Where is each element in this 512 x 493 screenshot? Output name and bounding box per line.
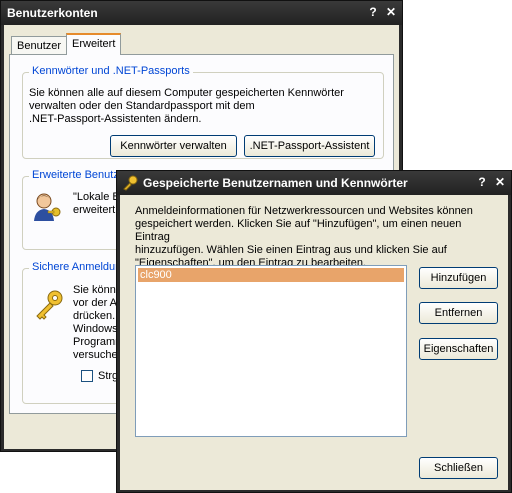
dialog-title: Gespeicherte Benutzernamen und Kennwörte… bbox=[143, 176, 408, 190]
net-passport-wizard-button[interactable]: .NET-Passport-Assistent bbox=[244, 135, 375, 157]
close-button[interactable]: Schließen bbox=[419, 457, 498, 479]
dialog-help-button[interactable]: ? bbox=[473, 173, 491, 191]
title-key-icon bbox=[122, 175, 138, 191]
manage-passwords-button[interactable]: Kennwörter verwalten bbox=[110, 135, 237, 157]
user-key-icon bbox=[31, 191, 63, 223]
secure-logon-group-title: Sichere Anmeldun bbox=[29, 261, 125, 273]
add-button[interactable]: Hinzufügen bbox=[419, 267, 498, 289]
passwords-description-line: Sie können alle auf diesem Computer gesp… bbox=[29, 87, 344, 99]
advanced-users-group-title: Erweiterte Benutz bbox=[29, 169, 122, 181]
dialog-description-line: gespeichert werden. Klicken Sie auf "Hin… bbox=[135, 218, 462, 243]
passwords-description-line: .NET-Passport-Assistenten ändern. bbox=[29, 113, 202, 125]
credentials-list[interactable]: clc900 bbox=[135, 265, 407, 437]
passwords-group: Kennwörter und .NET-Passports Sie können… bbox=[22, 65, 384, 159]
dialog-close-x-button[interactable]: ✕ bbox=[491, 173, 509, 191]
ctrl-alt-del-checkbox[interactable] bbox=[81, 370, 93, 382]
properties-button[interactable]: Eigenschaften bbox=[419, 338, 498, 360]
passwords-description: Sie können alle auf diesem Computer gesp… bbox=[29, 87, 379, 126]
key-icon bbox=[33, 289, 65, 321]
dialog-description: Anmeldeinformationen für Netzwerkressour… bbox=[135, 205, 495, 270]
dialog-description-line: Anmeldeinformationen für Netzwerkressour… bbox=[135, 205, 473, 217]
stored-credentials-dialog: Gespeicherte Benutzernamen und Kennwörte… bbox=[116, 170, 512, 493]
main-help-button[interactable]: ? bbox=[364, 3, 382, 21]
dialog-title-bar: Gespeicherte Benutzernamen und Kennwörte… bbox=[117, 171, 511, 195]
main-title-bar: Benutzerkonten ? ✕ bbox=[1, 1, 402, 25]
tab-benutzer[interactable]: Benutzer bbox=[11, 36, 68, 56]
passwords-group-title: Kennwörter und .NET-Passports bbox=[29, 65, 193, 77]
list-item[interactable]: clc900 bbox=[138, 268, 404, 282]
dialog-client-area: Anmeldeinformationen für Netzwerkressour… bbox=[120, 195, 508, 490]
passwords-description-line: verwalten oder den Standardpassport mit … bbox=[29, 100, 255, 112]
tab-erweitert[interactable]: Erweitert bbox=[66, 33, 122, 55]
remove-button[interactable]: Entfernen bbox=[419, 302, 498, 324]
dialog-description-line: hinzuzufügen. Wählen Sie einen Eintrag a… bbox=[135, 244, 447, 256]
main-window-title: Benutzerkonten bbox=[7, 6, 98, 20]
main-close-button[interactable]: ✕ bbox=[382, 3, 400, 21]
